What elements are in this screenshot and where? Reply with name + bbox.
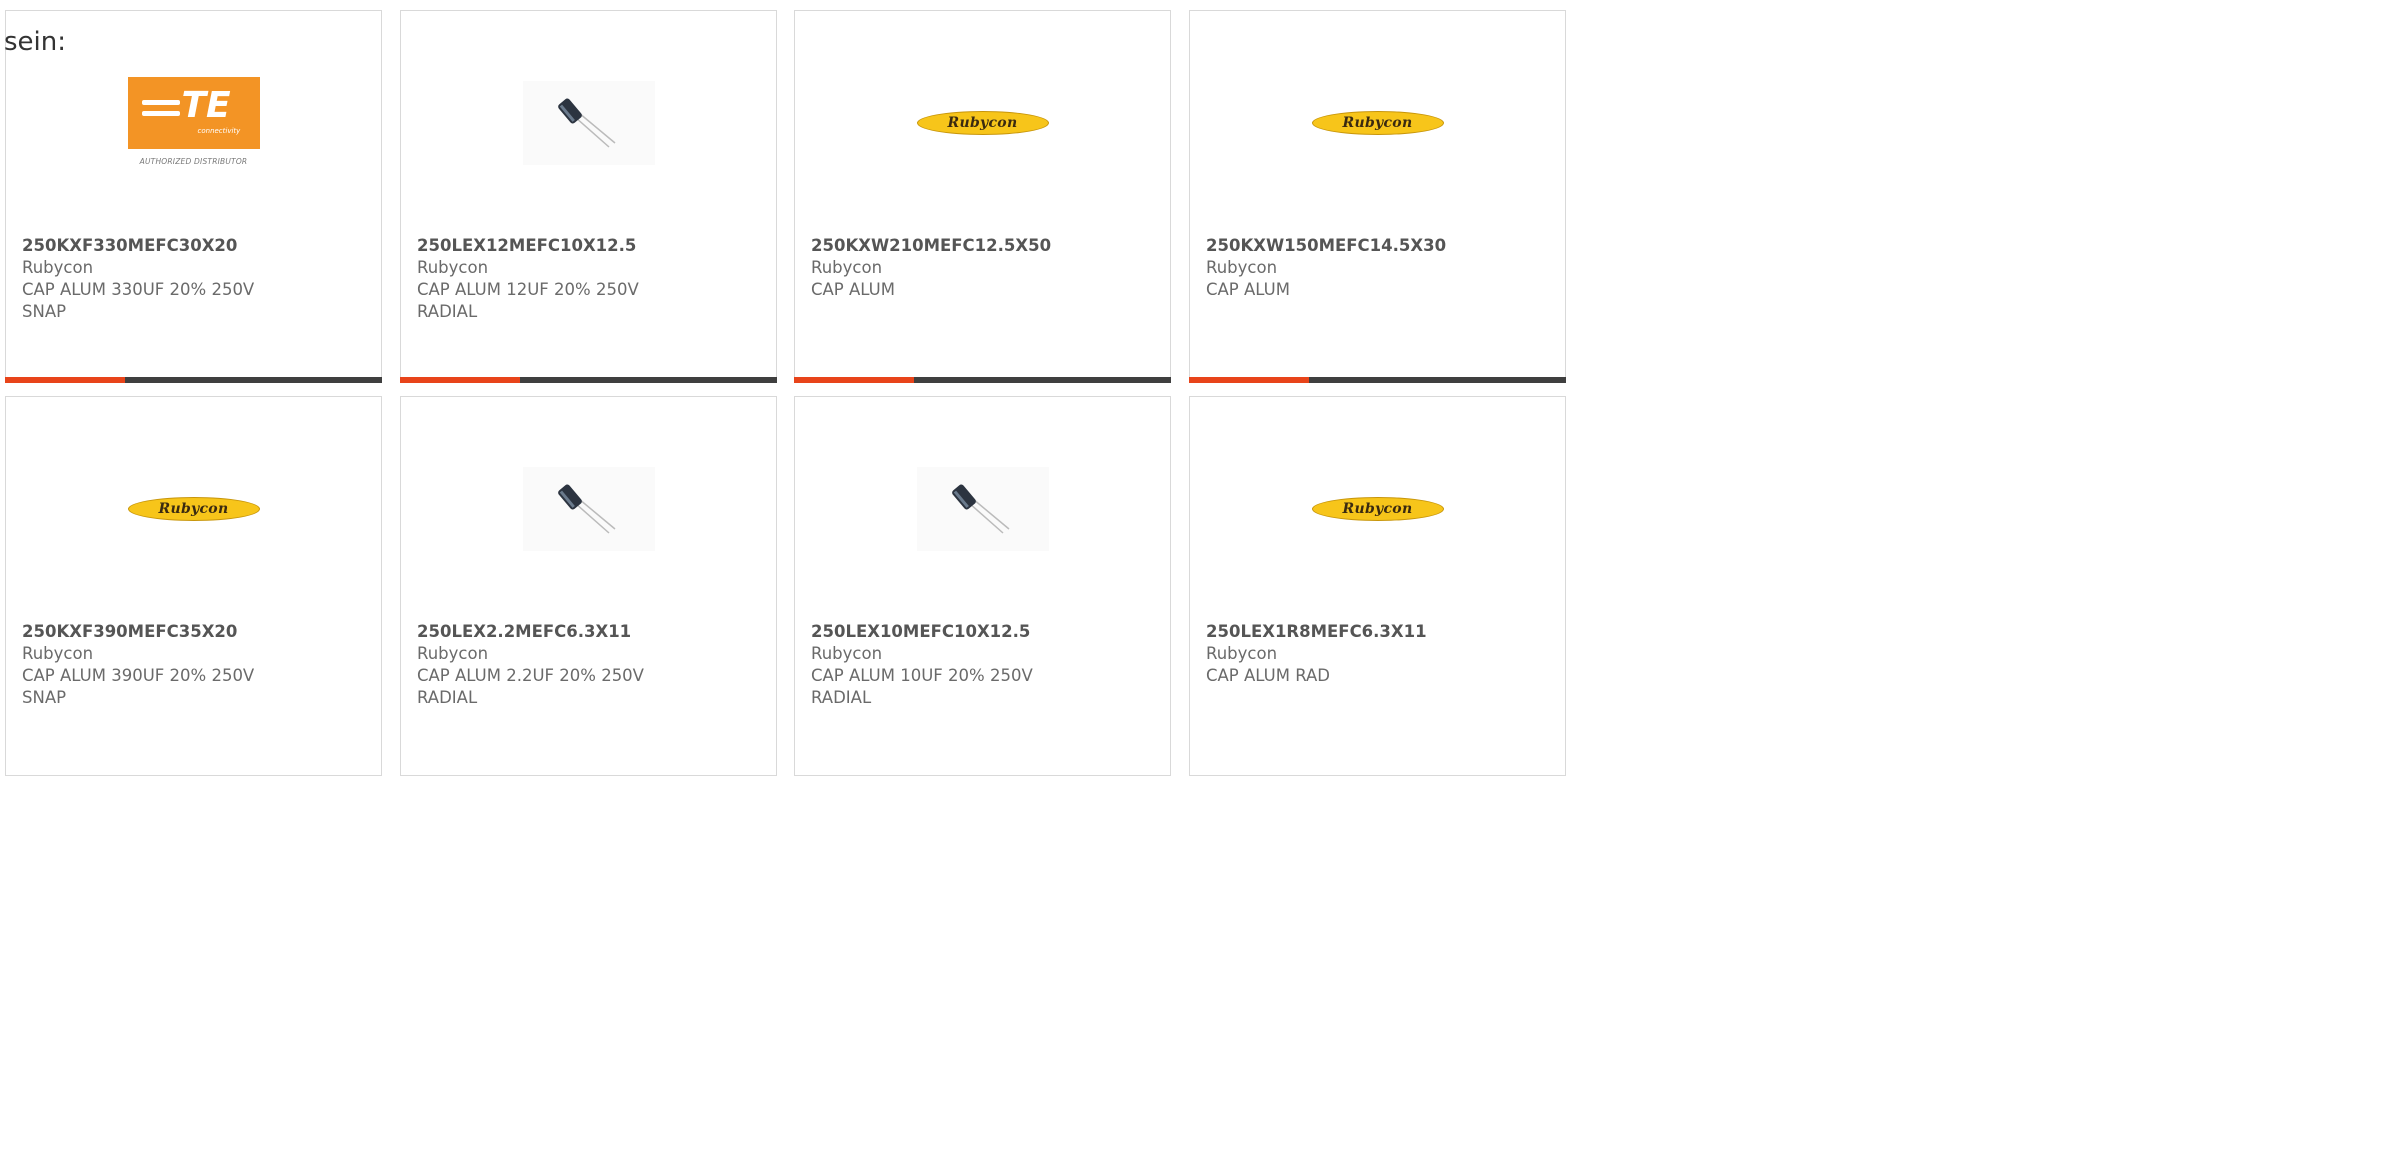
product-logo: Rubycon — [1190, 462, 1565, 556]
manufacturer: Rubycon — [22, 258, 94, 277]
description-line-1: CAP ALUM 390UF 20% 250V — [22, 666, 255, 685]
rubycon-logo: Rubycon — [127, 497, 260, 521]
capacitor-image — [522, 467, 655, 551]
card-progress-bar — [400, 377, 777, 383]
part-number[interactable]: 250LEX2.2MEFC6.3X11 — [417, 621, 766, 643]
card-progress-bar — [794, 377, 1171, 383]
rubycon-logo: Rubycon — [916, 111, 1049, 135]
description-line-1: CAP ALUM 12UF 20% 250V — [417, 280, 639, 299]
product-card[interactable]: Rubycon 250LEX1R8MEFC6.3X11 Rubycon CAP … — [1189, 396, 1566, 776]
description-line-2: RADIAL — [811, 688, 872, 707]
part-number[interactable]: 250LEX10MEFC10X12.5 — [811, 621, 1160, 643]
capacitor-image — [916, 467, 1049, 551]
product-logo — [401, 76, 776, 170]
description-line-1: CAP ALUM RAD — [1206, 666, 1331, 685]
description-line-1: CAP ALUM 330UF 20% 250V — [22, 280, 255, 299]
manufacturer: Rubycon — [417, 644, 489, 663]
product-logo — [795, 462, 1170, 556]
product-logo: Rubycon — [1190, 76, 1565, 170]
product-card[interactable]: 250LEX10MEFC10X12.5 Rubycon CAP ALUM 10U… — [794, 396, 1171, 776]
manufacturer: Rubycon — [811, 644, 883, 663]
product-logo: Rubycon — [795, 76, 1170, 170]
intro-text-fragment: sein: — [4, 27, 67, 57]
part-number[interactable]: 250LEX12MEFC10X12.5 — [417, 235, 766, 257]
te-connectivity-logo: TE connectivity AUTHORIZED DISTRIBUTOR — [127, 77, 260, 169]
description-line-2: SNAP — [22, 688, 67, 707]
rubycon-logo: Rubycon — [1311, 497, 1444, 521]
manufacturer: Rubycon — [22, 644, 94, 663]
part-number[interactable]: 250KXF390MEFC35X20 — [22, 621, 371, 643]
product-card[interactable]: 250LEX12MEFC10X12.5 Rubycon CAP ALUM 12U… — [400, 10, 777, 383]
product-card[interactable]: Rubycon 250KXF390MEFC35X20 Rubycon CAP A… — [5, 396, 382, 776]
part-number[interactable]: 250KXW210MEFC12.5X50 — [811, 235, 1160, 257]
manufacturer: Rubycon — [1206, 644, 1278, 663]
description-line-1: CAP ALUM — [811, 280, 895, 299]
rubycon-logo: Rubycon — [1311, 111, 1444, 135]
product-card[interactable]: TE connectivity AUTHORIZED DISTRIBUTOR 2… — [5, 10, 382, 383]
description-line-1: CAP ALUM — [1206, 280, 1290, 299]
description-line-2: SNAP — [22, 302, 67, 321]
product-logo: Rubycon — [6, 462, 381, 556]
manufacturer: Rubycon — [811, 258, 883, 277]
description-line-1: CAP ALUM 2.2UF 20% 250V — [417, 666, 644, 685]
part-number[interactable]: 250LEX1R8MEFC6.3X11 — [1206, 621, 1555, 643]
manufacturer: Rubycon — [417, 258, 489, 277]
product-card[interactable]: 250LEX2.2MEFC6.3X11 Rubycon CAP ALUM 2.2… — [400, 396, 777, 776]
description-line-1: CAP ALUM 10UF 20% 250V — [811, 666, 1033, 685]
card-progress-bar — [1189, 377, 1566, 383]
product-card[interactable]: Rubycon 250KXW210MEFC12.5X50 Rubycon CAP… — [794, 10, 1171, 383]
manufacturer: Rubycon — [1206, 258, 1278, 277]
product-grid: TE connectivity AUTHORIZED DISTRIBUTOR 2… — [0, 0, 1568, 776]
card-progress-bar — [5, 377, 382, 383]
part-number[interactable]: 250KXF330MEFC30X20 — [22, 235, 371, 257]
product-logo: TE connectivity AUTHORIZED DISTRIBUTOR — [6, 76, 381, 170]
product-card[interactable]: Rubycon 250KXW150MEFC14.5X30 Rubycon CAP… — [1189, 10, 1566, 383]
capacitor-image — [522, 81, 655, 165]
part-number[interactable]: 250KXW150MEFC14.5X30 — [1206, 235, 1555, 257]
product-logo — [401, 462, 776, 556]
description-line-2: RADIAL — [417, 688, 478, 707]
description-line-2: RADIAL — [417, 302, 478, 321]
